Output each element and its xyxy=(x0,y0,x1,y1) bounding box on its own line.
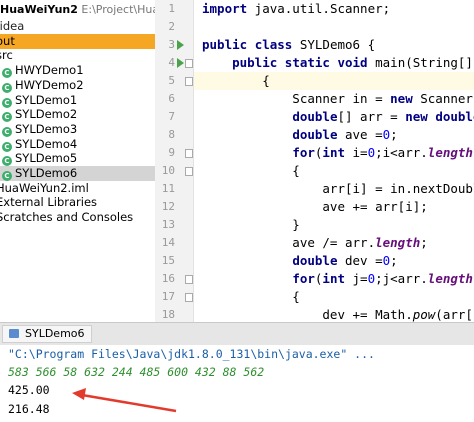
code-line: double[] arr = new double[10]; xyxy=(292,109,474,124)
code-line: ave /= arr.length; xyxy=(202,235,428,250)
run-tab-syldemo6[interactable]: SYLDemo6 xyxy=(2,325,92,343)
fold-marker-icon[interactable] xyxy=(185,167,193,176)
code-line: } xyxy=(202,217,300,232)
code-line: for(int j=0;j<arr.length;j++) xyxy=(292,271,474,286)
code-line: public static void main(String[] args) { xyxy=(232,55,473,70)
fold-marker-icon[interactable] xyxy=(185,293,193,302)
code-line: import java.util.Scanner; xyxy=(202,1,391,16)
line-number: 9 xyxy=(168,146,175,159)
line-number: 6 xyxy=(168,92,175,105)
line-number: 17 xyxy=(161,290,175,303)
line-number: 7 xyxy=(168,110,175,123)
tree-item[interactable]: out xyxy=(0,33,155,49)
tree-item-label: HuaWeiYun2.iml xyxy=(0,180,89,195)
tree-item[interactable]: C SYLDemo2 xyxy=(0,107,155,123)
tree-item[interactable]: C SYLDemo3 xyxy=(0,122,155,137)
tree-item-label: External Libraries xyxy=(0,195,98,210)
java-class-icon: C xyxy=(2,112,12,123)
red-arrow-annotation xyxy=(72,388,177,413)
fold-marker-icon[interactable] xyxy=(185,275,193,284)
code-line: arr[i] = in.nextDouble(); xyxy=(322,181,474,196)
tree-item[interactable]: C HWYDemo2 xyxy=(0,78,155,93)
fold-marker-icon[interactable] xyxy=(185,149,193,158)
line-number: 3 xyxy=(168,38,175,51)
code-line: double dev =0; xyxy=(292,253,398,268)
tree-item[interactable]: Scratches and Consoles xyxy=(0,210,155,225)
line-number: 1 xyxy=(168,2,175,15)
run-config-icon xyxy=(9,329,19,338)
code-line: Scanner in = new Scanner(System.in); xyxy=(202,91,474,106)
line-number: 15 xyxy=(161,254,175,267)
java-class-icon: C xyxy=(2,156,12,167)
line-number: 10 xyxy=(161,164,175,177)
tree-item-label: .idea xyxy=(0,19,25,33)
line-number: 2 xyxy=(168,20,175,33)
code-line: { xyxy=(202,163,300,178)
project-header[interactable]: HuaWeiYun2 E:\Project\HuaWeiYun2 xyxy=(0,0,155,19)
tree-item-label: out xyxy=(0,33,15,48)
fold-marker-icon[interactable] xyxy=(185,59,193,68)
code-line: { xyxy=(202,289,300,304)
project-name: HuaWeiYun2 xyxy=(0,3,78,16)
tree-item-label: SYLDemo5 xyxy=(15,151,78,166)
code-line: public class SYLDemo6 { xyxy=(202,37,376,52)
run-tab-label: SYLDemo6 xyxy=(25,327,85,340)
run-gutter-icon[interactable] xyxy=(177,40,184,50)
java-class-icon: C xyxy=(2,171,12,181)
code-editor[interactable]: import java.util.Scanner; public class SY… xyxy=(194,0,474,322)
tree-item[interactable]: HuaWeiYun2.iml xyxy=(0,181,155,196)
tree-item-label: SYLDemo3 xyxy=(15,121,78,136)
tree-item-label: HWYDemo2 xyxy=(15,77,84,92)
run-console[interactable]: "C:\Program Files\Java\jdk1.8.0_131\bin\… xyxy=(0,345,474,422)
line-number: 12 xyxy=(161,200,175,213)
project-path: E:\Project\HuaWeiYun2 xyxy=(81,3,155,16)
tree-item-label: HWYDemo1 xyxy=(15,63,84,78)
run-gutter-icon[interactable] xyxy=(177,58,184,68)
tree-item-label: SYLDemo2 xyxy=(15,107,78,122)
code-line: double ave =0; xyxy=(292,127,398,142)
line-number: 11 xyxy=(161,182,175,195)
tree-item-label: Scratches and Consoles xyxy=(0,210,134,225)
tree-item[interactable]: C SYLDemo1 xyxy=(0,93,155,108)
line-number: 14 xyxy=(161,236,175,249)
java-class-icon: C xyxy=(2,82,12,93)
java-class-icon: C xyxy=(2,141,12,152)
tree-item[interactable]: C SYLDemo6 xyxy=(0,166,155,181)
tree-item-label: src xyxy=(0,48,13,63)
line-number: 8 xyxy=(168,128,175,141)
line-number: 4 xyxy=(168,56,175,69)
tree-item-label: SYLDemo6 xyxy=(15,166,78,180)
code-line: ave += arr[i]; xyxy=(202,199,428,214)
run-tool-window-header: SYLDemo6 xyxy=(0,322,474,346)
tree-item[interactable]: C SYLDemo5 xyxy=(0,151,155,167)
java-class-icon: C xyxy=(2,68,12,79)
tree-item[interactable]: External Libraries xyxy=(0,195,155,210)
tree-item[interactable]: src xyxy=(0,48,155,63)
line-number: 13 xyxy=(161,218,175,231)
tree-item-label: SYLDemo4 xyxy=(15,136,78,151)
java-class-icon: C xyxy=(2,97,12,108)
code-line: { xyxy=(194,72,474,90)
fold-marker-icon[interactable] xyxy=(185,77,193,86)
code-line: dev += Math.pow(arr[j]-ave,2); xyxy=(202,307,474,322)
line-number: 5 xyxy=(168,74,175,87)
java-class-icon: C xyxy=(2,126,12,137)
line-number: 16 xyxy=(161,272,175,285)
tree-item-label: SYLDemo1 xyxy=(15,92,78,107)
editor-gutter: 1 2 3 4 5 6 7 8 9 10 11 12 13 14 15 16 17 18 xyxy=(155,0,194,322)
tree-item[interactable]: C HWYDemo1 xyxy=(0,63,155,79)
project-tree-panel: HuaWeiYun2 E:\Project\HuaWeiYun2 .ideaou… xyxy=(0,0,155,322)
tree-item[interactable]: C SYLDemo4 xyxy=(0,137,155,152)
code-line: for(int i=0;i<arr.length;i++) xyxy=(292,145,474,160)
tree-item[interactable]: .idea xyxy=(0,19,155,34)
